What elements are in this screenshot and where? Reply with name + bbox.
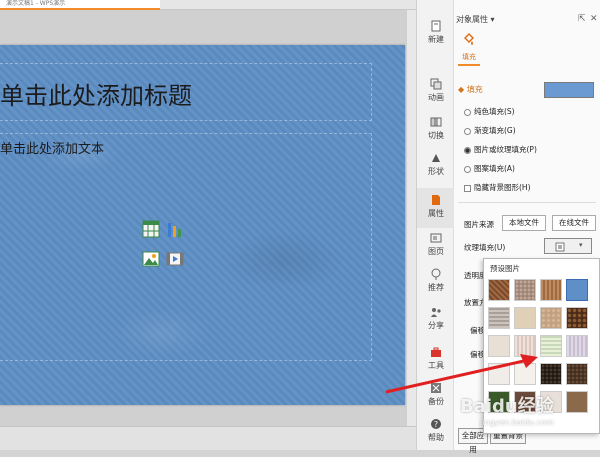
option-gradient-fill[interactable]: 渐变填充(G)	[464, 125, 516, 136]
option-solid-fill[interactable]: 纯色填充(S)	[464, 106, 515, 117]
sidebar-item-share[interactable]: 分享	[417, 300, 455, 340]
sidebar-item-animation[interactable]: 动画	[417, 72, 455, 112]
texture-tile[interactable]	[566, 391, 588, 413]
texture-tile[interactable]	[566, 363, 588, 385]
texture-tile[interactable]	[540, 363, 562, 385]
popup-title: 预设图片	[490, 264, 520, 273]
sidebar-item-recommend[interactable]: 推荐	[417, 262, 455, 302]
insert-table-icon[interactable]	[142, 220, 160, 238]
title-placeholder[interactable]: 单击此处添加标题	[0, 63, 372, 121]
panel-divider	[458, 202, 596, 203]
close-icon[interactable]: ✕	[590, 14, 598, 24]
sidebar-item-transition[interactable]: 切换	[417, 110, 455, 150]
body-placeholder-text: 单击此处添加文本	[0, 142, 105, 157]
tab-fill[interactable]: 填充	[458, 30, 480, 66]
texture-tile[interactable]	[488, 307, 510, 329]
local-file-button[interactable]: 本地文件	[502, 215, 546, 231]
title-bar: 演示文稿1 - WPS演示	[0, 0, 416, 10]
hide-bg-checkbox[interactable]	[464, 184, 471, 192]
sidebar-item-shape[interactable]: 形状	[417, 146, 455, 186]
texture-tile[interactable]	[514, 279, 536, 301]
texture-fill-label: 纹理填充(U)	[464, 243, 506, 252]
texture-tile[interactable]	[514, 307, 536, 329]
radio-pattern[interactable]	[464, 165, 471, 173]
horizontal-scrollbar[interactable]	[0, 426, 416, 450]
chevron-down-icon: ▾	[579, 241, 583, 249]
texture-tile[interactable]	[540, 335, 562, 357]
texture-tile[interactable]	[540, 279, 562, 301]
content-insert-icons	[142, 220, 186, 274]
insert-chart-icon[interactable]	[166, 220, 184, 238]
texture-tile[interactable]	[566, 335, 588, 357]
new-icon	[431, 20, 441, 32]
slide-canvas: 单击此处添加标题 单击此处添加文本	[0, 10, 416, 426]
transition-icon	[430, 117, 442, 127]
option-hide-background[interactable]: 隐藏背景图形(H)	[464, 182, 531, 193]
texture-tile[interactable]	[540, 307, 562, 329]
slide[interactable]: 单击此处添加标题 单击此处添加文本	[0, 45, 405, 405]
radio-solid[interactable]	[464, 108, 471, 116]
paint-bucket-icon	[464, 33, 474, 45]
picture-source-label: 图片来源	[464, 220, 494, 229]
texture-dropdown[interactable]: ▾	[544, 238, 592, 254]
property-icon	[432, 195, 440, 205]
recommend-icon	[431, 268, 441, 280]
radio-gradient[interactable]	[464, 127, 471, 135]
sidebar-item-new[interactable]: 新建	[417, 14, 455, 54]
texture-tile[interactable]	[488, 279, 510, 301]
pin-icon[interactable]: ⇱	[578, 14, 586, 24]
online-file-button[interactable]: 在线文件	[552, 215, 596, 231]
animation-icon	[430, 78, 442, 90]
shape-icon	[432, 154, 440, 162]
option-pattern-fill[interactable]: 图案填充(A)	[464, 163, 515, 174]
panel-title[interactable]: 对象属性 ▾	[456, 14, 495, 25]
radio-picture[interactable]	[464, 146, 471, 154]
document-tab[interactable]: 演示文稿1 - WPS演示	[0, 0, 160, 10]
page-icon	[430, 233, 442, 243]
texture-tile-selected[interactable]	[566, 279, 588, 301]
fill-preview-swatch[interactable]	[544, 82, 594, 98]
sidebar-item-help[interactable]: ? 帮助	[417, 412, 455, 452]
title-placeholder-text: 单击此处添加标题	[0, 82, 192, 110]
svg-text:?: ?	[434, 420, 438, 429]
help-icon: ?	[431, 419, 441, 429]
insert-picture-icon[interactable]	[142, 250, 160, 268]
texture-icon	[555, 242, 565, 252]
option-picture-fill[interactable]: 图片或纹理填充(P)	[464, 144, 537, 155]
fill-section-title[interactable]: ◆ 填充	[458, 84, 483, 95]
body-placeholder[interactable]: 单击此处添加文本	[0, 133, 372, 361]
share-icon	[431, 308, 441, 317]
baidu-watermark: Baidu经验 jingyan.baidu.com	[460, 396, 554, 427]
sidebar-item-page[interactable]: 图页	[417, 226, 455, 266]
insert-video-icon[interactable]	[166, 250, 184, 268]
texture-tile[interactable]	[566, 307, 588, 329]
sidebar-item-property[interactable]: 属性	[417, 188, 455, 228]
